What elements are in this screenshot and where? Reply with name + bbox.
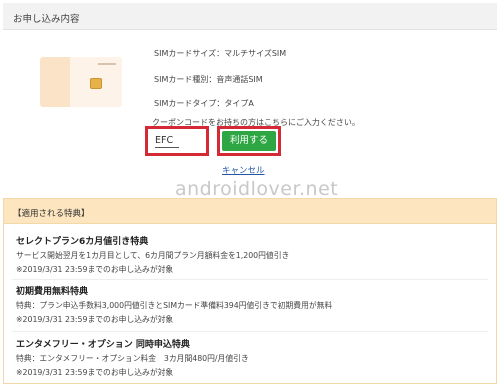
sim-chip-icon bbox=[90, 78, 102, 89]
cancel-link[interactable]: キャンセル bbox=[222, 164, 265, 176]
sim-type-info: SIMカードタイプ：タイプA bbox=[154, 99, 254, 108]
benefit-note: ※2019/3/31 23:59までのお申し込みが対象 bbox=[16, 265, 174, 274]
benefit-item: セレクトプラン6カ月値引き特典 サービス開始翌月を1カ月目として、6カ月間プラン… bbox=[16, 234, 486, 275]
apply-coupon-button[interactable]: 利用する bbox=[222, 131, 276, 151]
divider bbox=[12, 331, 488, 332]
benefit-description: 特典：プラン申込手数料3,000円値引きとSIMカード準備料394円値引きで初期… bbox=[16, 301, 333, 310]
sim-card-image bbox=[40, 57, 122, 107]
benefit-description: サービス開始翌月を1カ月目として、6カ月間プラン月額料金を1,200円値引き bbox=[16, 251, 290, 260]
benefit-title: 初期費用無料特典 bbox=[16, 287, 89, 297]
benefit-item: エンタメフリー・オプション 同時申込特典 特典：エンタメフリー・オプション料金 … bbox=[16, 337, 486, 378]
divider bbox=[12, 279, 488, 280]
benefit-title: エンタメフリー・オプション 同時申込特典 bbox=[16, 340, 190, 350]
sim-size-info: SIMカードサイズ：マルチサイズSIM bbox=[154, 49, 287, 58]
benefit-note: ※2019/3/31 23:59までのお申し込みが対象 bbox=[16, 368, 174, 377]
order-details-header: お申し込み内容 bbox=[3, 3, 497, 30]
coupon-input-highlight: EFC bbox=[145, 126, 209, 156]
watermark: androidlover.net bbox=[175, 178, 339, 200]
benefit-description: 特典：エンタメフリー・オプション料金 3カ月間480円/月値引き bbox=[16, 354, 249, 363]
sim-kind-info: SIMカード種別：音声通話SIM bbox=[154, 75, 263, 84]
benefit-note: ※2019/3/31 23:59までのお申し込みが対象 bbox=[16, 315, 174, 324]
benefit-item: 初期費用無料特典 特典：プラン申込手数料3,000円値引きとSIMカード準備料3… bbox=[16, 284, 486, 325]
coupon-code-input[interactable]: EFC bbox=[153, 133, 197, 149]
benefits-header: 【適用される特典】 bbox=[4, 199, 496, 224]
page-title: お申し込み内容 bbox=[13, 14, 80, 25]
benefit-title: セレクトプラン6カ月値引き特典 bbox=[16, 237, 149, 247]
benefits-heading: 【適用される特典】 bbox=[13, 209, 90, 219]
apply-button-highlight: 利用する bbox=[217, 126, 281, 156]
benefits-panel: 【適用される特典】 セレクトプラン6カ月値引き特典 サービス開始翌月を1カ月目と… bbox=[3, 198, 497, 384]
